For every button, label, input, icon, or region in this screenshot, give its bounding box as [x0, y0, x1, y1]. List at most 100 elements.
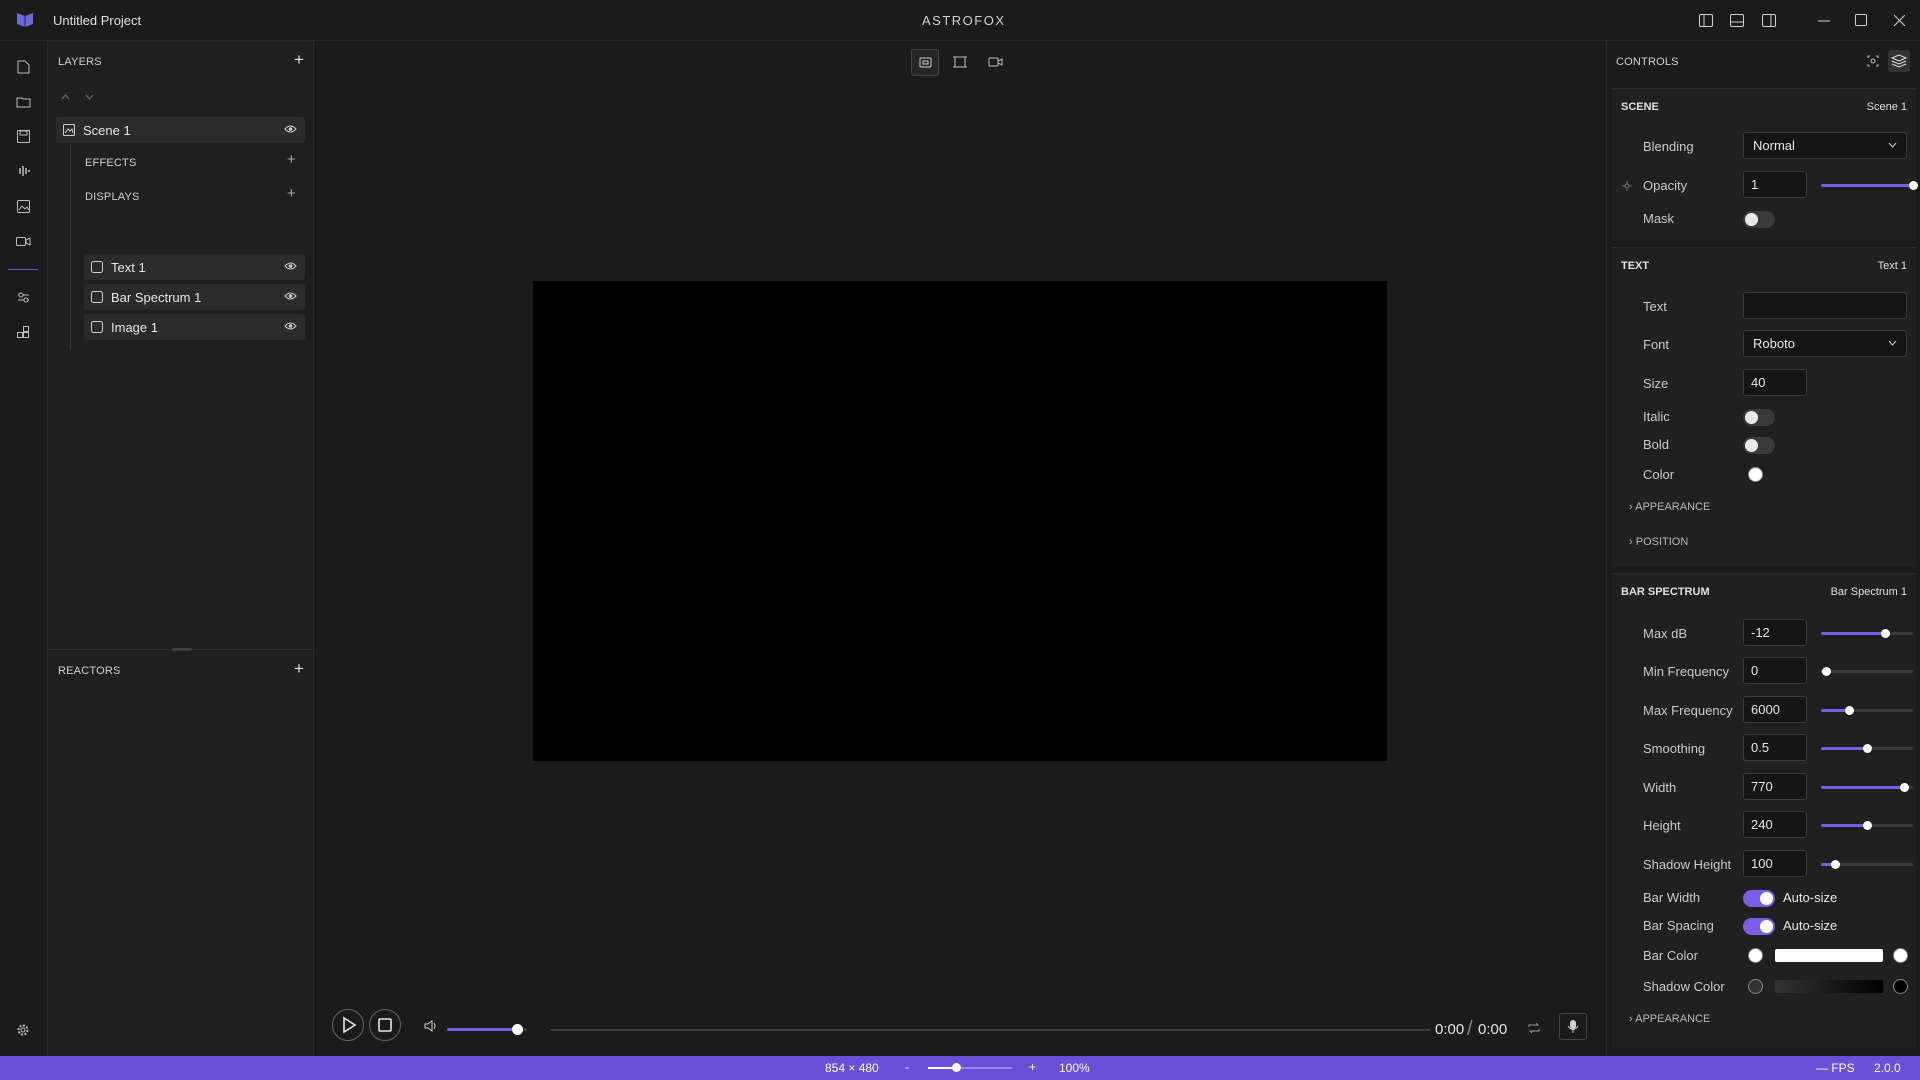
size-input[interactable]: 40 — [1743, 369, 1807, 396]
new-file-icon[interactable] — [17, 60, 30, 74]
app-logo-icon — [16, 11, 34, 27]
width-input[interactable]: 770 — [1743, 773, 1807, 800]
project-name[interactable]: Untitled Project — [53, 13, 141, 28]
bar-color-end-swatch[interactable] — [1893, 948, 1908, 963]
bold-label: Bold — [1643, 437, 1670, 452]
bar-spectrum-section: BAR SPECTRUM Bar Spectrum 1 Max dB -12 M… — [1612, 573, 1916, 1048]
bar-spacing-autosize-label: Auto-size — [1783, 918, 1838, 933]
maximize-icon[interactable] — [1855, 14, 1867, 26]
render-canvas[interactable] — [533, 281, 1387, 761]
volume-fill — [447, 1028, 517, 1031]
mask-toggle[interactable] — [1743, 211, 1775, 228]
close-icon[interactable] — [1894, 15, 1905, 26]
display-row-text[interactable]: Text 1 — [84, 254, 305, 280]
scene-image-icon — [63, 124, 75, 136]
sliders-icon[interactable] — [17, 291, 30, 304]
save-icon[interactable] — [17, 130, 30, 143]
add-reactor-icon[interactable]: + — [294, 659, 304, 679]
opacity-slider[interactable] — [1821, 181, 1918, 190]
height-input[interactable]: 240 — [1743, 811, 1807, 838]
move-up-icon[interactable] — [61, 94, 70, 100]
open-folder-icon[interactable] — [16, 96, 31, 108]
smoothing-input[interactable]: 0.5 — [1743, 734, 1807, 761]
progress-bar[interactable] — [550, 1029, 1430, 1031]
blending-select[interactable]: Normal — [1743, 132, 1907, 159]
eye-icon[interactable] — [284, 261, 297, 271]
eye-icon[interactable] — [284, 291, 297, 301]
text-position-toggle[interactable]: › POSITION — [1629, 536, 1688, 548]
video-icon[interactable] — [16, 236, 31, 247]
font-value: Roboto — [1753, 336, 1795, 351]
reactor-link-icon[interactable] — [1622, 181, 1632, 191]
settings-gear-icon[interactable] — [16, 1023, 30, 1037]
font-select[interactable]: Roboto — [1743, 330, 1907, 357]
stop-button[interactable] — [369, 1009, 401, 1041]
layers-stack-icon[interactable] — [1888, 50, 1910, 72]
add-display-icon[interactable]: + — [287, 185, 296, 202]
app-title: ASTROFOX — [922, 13, 1006, 28]
zoom-out-button[interactable]: - — [905, 1060, 909, 1074]
bar-spacing-autosize-toggle[interactable] — [1743, 918, 1775, 935]
bar-color-start-swatch[interactable] — [1748, 948, 1763, 963]
toggle-left-panel-icon[interactable] — [1699, 14, 1713, 27]
toggle-right-panel-icon[interactable] — [1762, 14, 1776, 27]
min-frequency-input[interactable]: 0 — [1743, 657, 1807, 684]
bar-spacing-label: Bar Spacing — [1643, 918, 1714, 933]
volume-icon[interactable] — [424, 1020, 438, 1032]
zoom-slider[interactable] — [928, 1063, 1012, 1072]
text-appearance-toggle[interactable]: › APPEARANCE — [1629, 501, 1710, 513]
text-input[interactable] — [1743, 292, 1907, 319]
add-effect-icon[interactable]: + — [287, 151, 296, 168]
toggle-bottom-panel-icon[interactable] — [1730, 14, 1744, 27]
zoom-knob[interactable] — [951, 1063, 961, 1072]
shadow-height-input[interactable]: 100 — [1743, 850, 1807, 877]
image-icon[interactable] — [17, 200, 30, 213]
max-frequency-slider[interactable] — [1821, 706, 1913, 715]
zoom-in-button[interactable]: + — [1029, 1060, 1036, 1074]
crop-frame-button[interactable] — [946, 49, 974, 76]
plugins-icon[interactable] — [17, 326, 30, 339]
microphone-button[interactable] — [1559, 1013, 1587, 1040]
audio-icon[interactable] — [16, 165, 31, 177]
shadow-color-start-swatch[interactable] — [1748, 979, 1763, 994]
checkbox-icon[interactable] — [91, 321, 103, 333]
loop-icon[interactable] — [1527, 1022, 1541, 1034]
shadow-height-slider[interactable] — [1821, 860, 1913, 869]
width-slider[interactable] — [1821, 783, 1913, 792]
resize-handle[interactable] — [172, 648, 192, 651]
max-frequency-input[interactable]: 6000 — [1743, 696, 1807, 723]
display-row-image[interactable]: Image 1 — [84, 314, 305, 340]
bar-width-autosize-toggle[interactable] — [1743, 890, 1775, 907]
height-slider[interactable] — [1821, 821, 1913, 830]
min-frequency-slider[interactable] — [1821, 667, 1913, 676]
bold-toggle[interactable] — [1743, 437, 1775, 454]
display-row-bar-spectrum[interactable]: Bar Spectrum 1 — [84, 284, 305, 310]
bar-spectrum-section-title: BAR SPECTRUM — [1621, 586, 1710, 598]
eye-icon[interactable] — [284, 321, 297, 331]
add-layer-icon[interactable]: + — [294, 50, 304, 70]
checkbox-icon[interactable] — [91, 291, 103, 303]
minimize-icon[interactable] — [1818, 20, 1830, 22]
resolution-readout: 854 × 480 — [825, 1061, 879, 1075]
checkbox-icon[interactable] — [91, 261, 103, 273]
text-section-name: Text 1 — [1877, 260, 1907, 272]
volume-slider[interactable] — [447, 1024, 527, 1035]
text-color-swatch[interactable] — [1748, 467, 1763, 482]
record-video-button[interactable] — [981, 49, 1009, 76]
smoothing-slider[interactable] — [1821, 744, 1913, 753]
shadow-color-end-swatch[interactable] — [1893, 979, 1908, 994]
play-button[interactable] — [332, 1009, 364, 1041]
eye-icon[interactable] — [284, 124, 297, 134]
focus-icon[interactable] — [1862, 50, 1884, 72]
time-separator: / — [1467, 1018, 1473, 1040]
volume-knob[interactable] — [511, 1024, 523, 1035]
max-db-input[interactable]: -12 — [1743, 619, 1807, 646]
max-db-slider[interactable] — [1821, 629, 1913, 638]
move-down-icon[interactable] — [85, 94, 94, 100]
position-label: POSITION — [1635, 536, 1689, 548]
scene-row[interactable]: Scene 1 — [56, 117, 305, 143]
opacity-input[interactable]: 1 — [1743, 171, 1807, 198]
fit-stage-button[interactable] — [911, 49, 939, 76]
bar-appearance-toggle[interactable]: › APPEARANCE — [1629, 1013, 1710, 1025]
italic-toggle[interactable] — [1743, 409, 1775, 426]
